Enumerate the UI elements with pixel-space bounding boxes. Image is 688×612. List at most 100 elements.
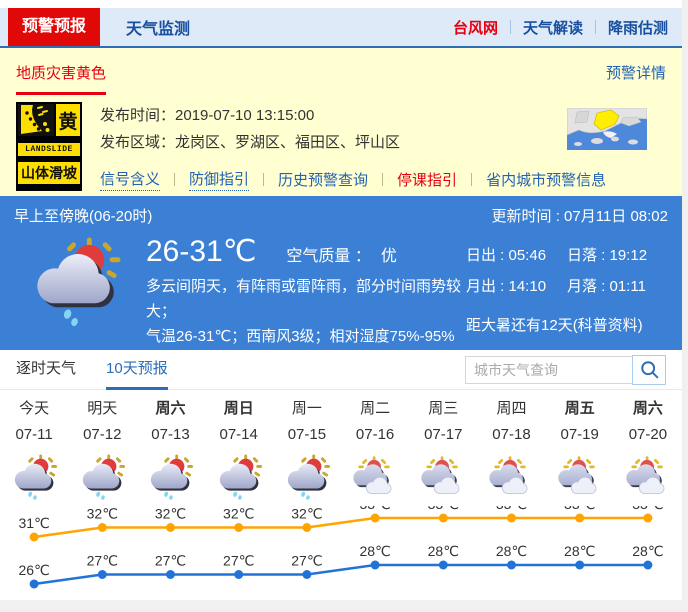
forecast-day-column: 周五 07-19 <box>546 396 614 506</box>
svg-text:28℃: 28℃ <box>564 543 595 559</box>
warning-detail-link[interactable]: 预警详情 <box>606 62 666 83</box>
shower-weather-icon <box>79 454 125 500</box>
tab-10day-forecast[interactable]: 10天预报 <box>106 350 168 390</box>
city-search <box>465 355 666 385</box>
day-name: 周二 <box>341 396 409 422</box>
moonrise-time: 月出 : 14:10 <box>466 275 567 296</box>
day-name: 周六 <box>614 396 682 422</box>
weather-description-line1: 多云间阴天，有阵雨或雷阵雨，部分时间雨势较大； <box>146 274 466 324</box>
day-name: 今天 <box>0 396 68 422</box>
forecast-grid: 今天 07-11 明天 07-12 <box>0 390 682 506</box>
publish-area-value: 龙岗区、罗湖区、福田区、坪山区 <box>175 134 400 151</box>
publish-time-row: 发布时间：2019-07-10 13:15:00 <box>100 102 606 129</box>
cloudy-weather-icon <box>419 455 467 499</box>
link-history-warning-query[interactable]: 历史预警查询 <box>278 169 368 190</box>
city-search-input[interactable] <box>465 356 633 384</box>
warning-area-map-thumbnail[interactable] <box>567 108 647 150</box>
current-weather-panel: 早上至傍晚(06-20时) 更新时间 : 07月11日 08:02 <box>0 196 682 350</box>
svg-text:33℃: 33℃ <box>632 506 663 512</box>
forecast-day-column: 周日 07-14 <box>205 396 273 506</box>
forecast-day-column: 周四 07-18 <box>477 396 545 506</box>
day-name: 明天 <box>68 396 136 422</box>
publish-time-label: 发布时间： <box>100 107 175 124</box>
svg-text:32℃: 32℃ <box>223 506 254 522</box>
shower-weather-icon <box>284 454 330 500</box>
svg-text:33℃: 33℃ <box>496 506 527 512</box>
tab-weather-monitoring[interactable]: 天气监测 <box>126 15 190 39</box>
moonset-time: 月落 : 01:11 <box>567 275 668 296</box>
svg-text:27℃: 27℃ <box>223 553 254 569</box>
svg-text:28℃: 28℃ <box>359 543 390 559</box>
badge-level-char: 黄 <box>56 104 80 136</box>
svg-text:27℃: 27℃ <box>291 553 322 569</box>
current-weather-main: 26-31℃ 空气质量 ： 优 多云间阴天，有阵雨或雷阵雨，部分时间雨势较大； … <box>146 228 466 349</box>
tab-hourly-weather[interactable]: 逐时天气 <box>16 350 76 390</box>
svg-text:33℃: 33℃ <box>428 506 459 512</box>
day-date: 07-15 <box>273 422 341 448</box>
weather-icon <box>614 448 682 506</box>
publish-time-value: 2019-07-10 13:15:00 <box>175 107 314 124</box>
search-button[interactable] <box>632 355 666 385</box>
air-quality-label: 空气质量 ： <box>286 242 370 266</box>
sunrise-time: 日出 : 05:46 <box>466 244 567 265</box>
svg-text:28℃: 28℃ <box>428 543 459 559</box>
link-class-suspension-guide[interactable]: 停课指引 <box>397 169 457 190</box>
weather-icon <box>0 448 68 506</box>
link-weather-interpretation[interactable]: 天气解读 <box>523 17 583 38</box>
svg-text:26℃: 26℃ <box>18 562 49 578</box>
day-date: 07-13 <box>136 422 204 448</box>
forecast-day-column: 周一 07-15 <box>273 396 341 506</box>
separator <box>595 20 596 34</box>
link-signal-meaning[interactable]: 信号含义 <box>100 168 160 191</box>
day-date: 07-18 <box>477 422 545 448</box>
science-material-link[interactable]: (科普资料) <box>573 317 643 334</box>
day-name: 周六 <box>136 396 204 422</box>
temperature-range: 26-31℃ <box>146 234 256 269</box>
link-typhoon-net[interactable]: 台风网 <box>453 17 498 38</box>
forecast-tabs-row: 逐时天气 10天预报 <box>0 350 682 390</box>
landslide-graphic-icon <box>18 104 54 136</box>
cloudy-weather-icon <box>487 455 535 499</box>
forecast-day-column: 周三 07-17 <box>409 396 477 506</box>
publish-area-row: 发布区域：龙岗区、罗湖区、福田区、坪山区 <box>100 129 606 156</box>
forecast-day-column: 周六 07-20 <box>614 396 682 506</box>
link-defense-guide[interactable]: 防御指引 <box>189 168 249 191</box>
link-rainfall-estimate[interactable]: 降雨估测 <box>608 17 668 38</box>
svg-text:33℃: 33℃ <box>359 506 390 512</box>
svg-text:27℃: 27℃ <box>87 553 118 569</box>
link-province-city-warnings[interactable]: 省内城市预警信息 <box>486 169 606 190</box>
landslide-warning-badge: 黄 LANDSLIDE 山体滑坡 <box>16 102 82 191</box>
separator <box>263 173 264 186</box>
tab-warning-forecast[interactable]: 预警预报 <box>8 8 100 46</box>
ten-day-forecast: 今天 07-11 明天 07-12 <box>0 390 682 600</box>
weather-icon <box>205 448 273 506</box>
day-date: 07-14 <box>205 422 273 448</box>
shower-weather-icon <box>216 454 262 500</box>
top-strip <box>0 0 682 8</box>
weather-icon <box>477 448 545 506</box>
update-time: 更新时间 : 07月11日 08:02 <box>492 205 668 226</box>
forecast-day-column: 明天 07-12 <box>68 396 136 506</box>
day-name: 周四 <box>477 396 545 422</box>
tab-geological-disaster-yellow[interactable]: 地质灾害黄色 <box>16 62 106 95</box>
separator <box>510 20 511 34</box>
publish-area-label: 发布区域： <box>100 134 175 151</box>
solar-term-countdown: 距大暑还有12天 <box>466 317 573 334</box>
weather-icon <box>68 448 136 506</box>
top-nav: 预警预报 天气监测 台风网 天气解读 降雨估测 <box>0 8 682 48</box>
day-name: 周五 <box>546 396 614 422</box>
warning-links: 信号含义 防御指引 历史预警查询 停课指引 省内城市预警信息 <box>100 168 606 191</box>
svg-text:27℃: 27℃ <box>155 553 186 569</box>
weather-icon <box>409 448 477 506</box>
badge-type-cn: 山体滑坡 <box>18 162 80 184</box>
warning-panel: 地质灾害黄色 预警详情 <box>0 48 682 196</box>
cloudy-weather-icon <box>351 455 399 499</box>
separator <box>382 173 383 186</box>
svg-text:28℃: 28℃ <box>496 543 527 559</box>
warning-details: 发布时间：2019-07-10 13:15:00 发布区域：龙岗区、罗湖区、福田… <box>100 102 606 191</box>
sunset-time: 日落 : 19:12 <box>567 244 668 265</box>
day-date: 07-11 <box>0 422 68 448</box>
forecast-day-column: 周二 07-16 <box>341 396 409 506</box>
day-name: 周日 <box>205 396 273 422</box>
weather-icon <box>136 448 204 506</box>
